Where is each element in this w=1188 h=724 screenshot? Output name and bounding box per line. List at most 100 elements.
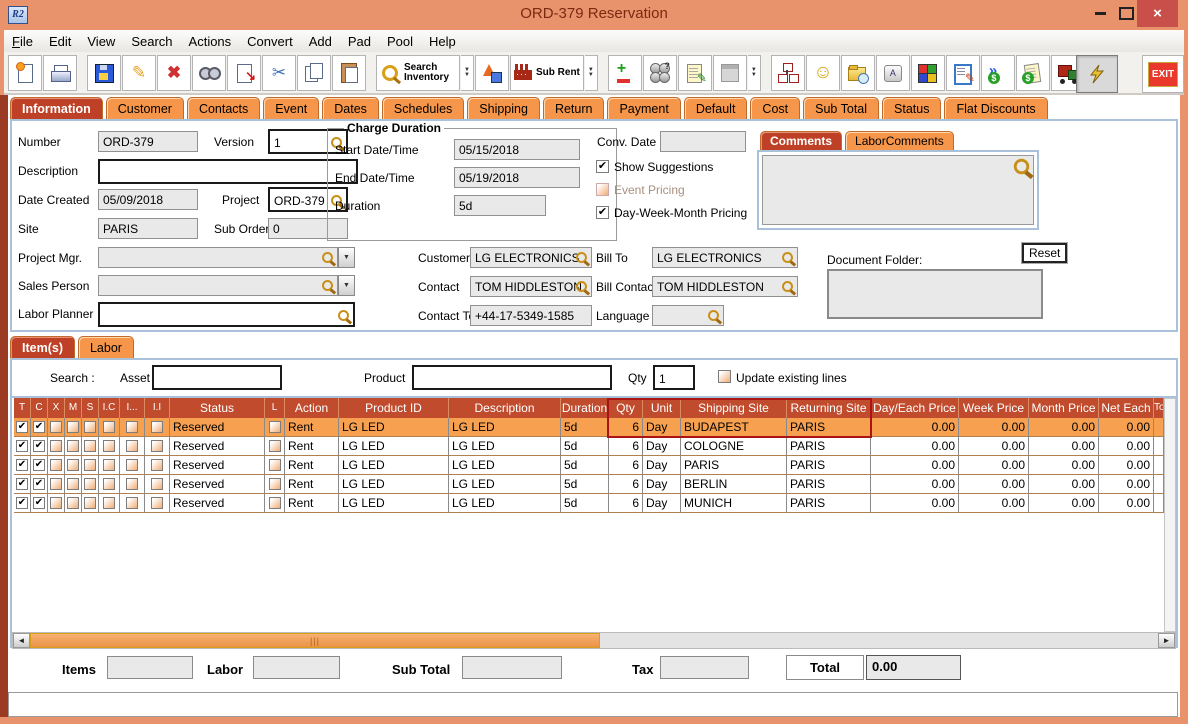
row-checkbox[interactable] [84,497,96,509]
notes-button[interactable]: ✎ [677,54,712,91]
cell-month-price[interactable]: 0.00 [1029,475,1099,494]
cell-status[interactable]: Reserved [170,437,265,456]
row-checkbox[interactable] [50,440,62,452]
project-mgr-dropdown[interactable]: ▼ [338,247,355,268]
day-week-month-pricing-checkbox[interactable]: ✔ [596,206,609,219]
row-checkbox[interactable] [50,497,62,509]
close-button[interactable]: × [1137,0,1178,27]
column-header-duration[interactable]: Duration [561,398,609,418]
row-checkbox[interactable] [268,497,281,509]
tab-item-s-[interactable]: Item(s) [10,336,75,358]
column-header-status[interactable]: Status [170,398,265,418]
maximize-button[interactable] [1113,0,1139,27]
cell-returning-site[interactable]: PARIS [787,456,871,475]
project-mgr-field[interactable] [98,247,338,268]
table-row[interactable]: ✔ ✔ Reserved Rent LG LED LG LED 5d 6 Day BERLIN PA… [14,475,1166,494]
save-button[interactable] [87,54,121,91]
cell-month-price[interactable]: 0.00 [1029,437,1099,456]
cell-month-price[interactable]: 0.00 [1029,418,1099,437]
personnel-query-button[interactable]: ? [642,54,677,91]
tab-customer[interactable]: Customer [105,97,184,119]
exit-button[interactable]: EXIT [1142,55,1184,93]
row-checkbox[interactable] [103,459,115,471]
cell-unit[interactable]: Day [643,437,681,456]
cell-week-price[interactable]: 0.00 [959,456,1029,475]
row-checkbox[interactable] [268,459,281,471]
scrollbar-thumb[interactable]: ||| [30,633,600,648]
row-checkbox[interactable] [67,421,79,433]
document-folder-area[interactable] [827,269,1043,319]
cell-day-each-price[interactable]: 0.00 [871,456,959,475]
table-row[interactable]: ✔ ✔ Reserved Rent LG LED LG LED 5d 6 Day MUNICH PA… [14,494,1166,513]
color-blocks-button[interactable] [910,54,945,91]
cell-qty[interactable]: 6 [609,475,643,494]
cell-month-price[interactable]: 0.00 [1029,494,1099,513]
inventory-shapes-button[interactable] [475,54,509,91]
cell-unit[interactable]: Day [643,494,681,513]
row-checkbox[interactable] [126,497,138,509]
cell-qty[interactable]: 6 [609,456,643,475]
end-date-field[interactable]: 05/19/2018 [454,167,580,188]
row-checkbox[interactable] [151,478,163,490]
scrollbar-track[interactable] [600,633,1158,648]
cell-shipping-site[interactable]: BUDAPEST [681,418,787,437]
row-checkbox[interactable] [84,421,96,433]
column-header-product-id[interactable]: Product ID [339,398,449,418]
cell-duration[interactable]: 5d [561,475,609,494]
sales-person-field[interactable] [98,275,338,296]
tab-cost[interactable]: Cost [750,97,801,119]
cell-action[interactable]: Rent [285,475,339,494]
row-checkbox[interactable] [151,421,163,433]
row-checkbox[interactable]: ✔ [33,459,45,471]
row-checkbox[interactable] [84,440,96,452]
cell-net-each[interactable]: 0.00 [1099,475,1154,494]
cell-description[interactable]: LG LED [449,437,561,456]
cell-status[interactable]: Reserved [170,456,265,475]
calendar-dropdown[interactable]: ▼ ▼ [747,54,761,91]
date-created-field[interactable]: 05/09/2018 [98,189,198,210]
cell-net-each[interactable]: 0.00 [1099,437,1154,456]
search-inventory-dropdown[interactable]: ▼ ▼ [461,54,474,91]
cell-day-each-price[interactable]: 0.00 [871,418,959,437]
menu-pad[interactable]: Pad [340,32,379,51]
table-row[interactable]: ✔ ✔ Reserved Rent LG LED LG LED 5d 6 Day BUDAPEST… [14,418,1166,437]
column-header-c[interactable]: C [31,398,48,418]
tab-information[interactable]: Information [10,97,103,119]
add-line-button[interactable]: + [607,54,642,91]
column-header-week-price[interactable]: Week Price [959,398,1029,418]
cell-returning-site[interactable]: PARIS [787,475,871,494]
row-checkbox[interactable] [151,459,163,471]
column-header-m[interactable]: M [65,398,82,418]
cell-unit[interactable]: Day [643,418,681,437]
menu-actions[interactable]: Actions [181,32,240,51]
currency-transfer-button[interactable]: » $ [980,54,1015,91]
column-header-x[interactable]: X [48,398,65,418]
cell-net-each[interactable]: 0.00 [1099,494,1154,513]
row-checkbox[interactable] [67,440,79,452]
export-document-button[interactable]: ↘ [227,54,261,91]
contact-field[interactable]: TOM HIDDLESTON [470,276,592,297]
reset-button[interactable]: Reset [1020,242,1069,264]
cell-week-price[interactable]: 0.00 [959,475,1029,494]
quick-launch-button[interactable] [1076,55,1118,93]
cell-action[interactable]: Rent [285,437,339,456]
cut-button[interactable]: ✂ [262,54,296,91]
menu-pool[interactable]: Pool [379,32,421,51]
cell-qty[interactable]: 6 [609,418,643,437]
column-header-total[interactable]: Total [1154,398,1164,418]
row-checkbox[interactable] [126,478,138,490]
cell-total[interactable] [1154,494,1164,513]
row-checkbox[interactable] [126,459,138,471]
cell-description[interactable]: LG LED [449,494,561,513]
row-checkbox[interactable] [103,478,115,490]
column-header-i-[interactable]: I... [120,398,145,418]
folder-history-button[interactable] [840,54,875,91]
column-header-net-each[interactable]: Net Each [1099,398,1154,418]
cell-unit[interactable]: Day [643,475,681,494]
column-header-i-c[interactable]: I.C [99,398,120,418]
cell-month-price[interactable]: 0.00 [1029,456,1099,475]
tab-default[interactable]: Default [683,97,748,119]
row-checkbox[interactable] [67,497,79,509]
cell-returning-site[interactable]: PARIS [787,418,871,437]
tab-shipping[interactable]: Shipping [467,97,540,119]
